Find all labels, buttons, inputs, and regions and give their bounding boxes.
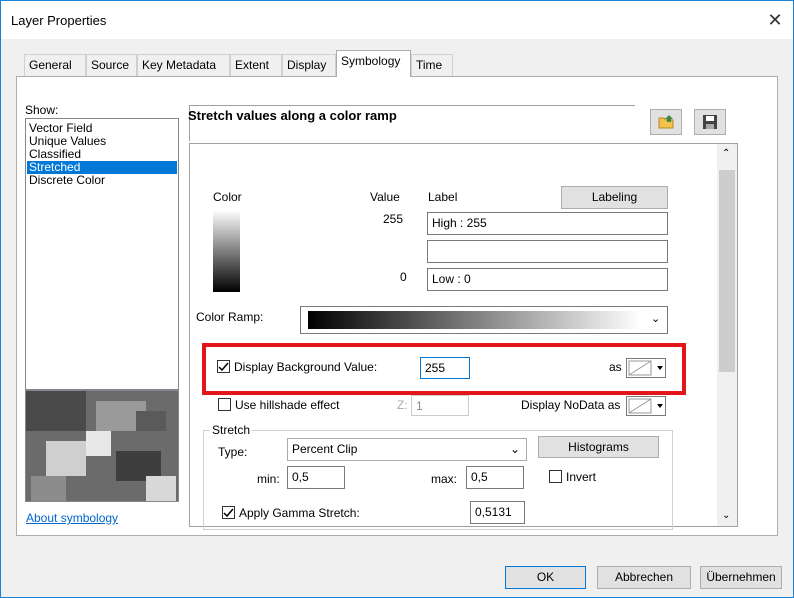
color-column-header: Color bbox=[213, 190, 242, 204]
ok-button[interactable]: OK bbox=[505, 566, 586, 589]
tab-display[interactable]: Display bbox=[282, 54, 336, 76]
renderer-list[interactable]: Vector Field Unique Values Classified St… bbox=[25, 118, 179, 390]
hillshade-label: Use hillshade effect bbox=[235, 398, 340, 412]
about-symbology-link[interactable]: About symbology bbox=[26, 511, 118, 525]
tab-key-metadata[interactable]: Key Metadata bbox=[137, 54, 230, 76]
type-label: Type: bbox=[218, 445, 248, 459]
gamma-stretch-label: Apply Gamma Stretch: bbox=[239, 506, 360, 520]
stretch-group-title: Stretch bbox=[210, 423, 253, 437]
scroll-up-icon[interactable]: ⌃ bbox=[722, 148, 730, 159]
invert-checkbox[interactable] bbox=[549, 470, 562, 483]
show-label: Show: bbox=[25, 103, 59, 117]
value-column-header: Value bbox=[370, 190, 400, 204]
tab-symbology[interactable]: Symbology bbox=[336, 50, 411, 77]
max-field[interactable]: 0,5 bbox=[466, 466, 524, 489]
highlight-box bbox=[202, 343, 686, 395]
tab-label: Extent bbox=[235, 58, 270, 72]
hillshade-checkbox[interactable] bbox=[218, 398, 231, 411]
list-item-discrete-color[interactable]: Discrete Color bbox=[27, 174, 177, 187]
tab-extent[interactable]: Extent bbox=[230, 54, 282, 76]
high-value: 255 bbox=[383, 212, 404, 226]
z-label: Z: bbox=[397, 398, 408, 412]
labeling-button[interactable]: Labeling bbox=[561, 186, 668, 209]
no-color-icon bbox=[628, 398, 663, 414]
checkmark-icon bbox=[223, 508, 234, 518]
tab-general[interactable]: General bbox=[24, 54, 86, 76]
cancel-button[interactable]: Abbrechen bbox=[597, 566, 691, 589]
color-ramp-gradient bbox=[308, 311, 641, 329]
open-folder-icon bbox=[658, 115, 674, 129]
label-column-header: Label bbox=[428, 190, 458, 204]
nodata-label: Display NoData as bbox=[521, 398, 621, 412]
tab-label: Source bbox=[91, 58, 130, 72]
close-icon[interactable]: ✕ bbox=[761, 7, 789, 33]
gamma-value-field[interactable]: 0,5131 bbox=[470, 501, 525, 524]
save-symbology-button[interactable] bbox=[694, 109, 726, 135]
high-label-field[interactable]: High : 255 bbox=[427, 212, 668, 235]
color-ramp-dropdown[interactable]: ⌄ bbox=[300, 306, 668, 334]
min-label: min: bbox=[257, 472, 280, 486]
color-ramp-label: Color Ramp: bbox=[196, 310, 264, 324]
tab-label: Key Metadata bbox=[142, 58, 217, 72]
apply-button[interactable]: Übernehmen bbox=[700, 566, 782, 589]
tab-label: General bbox=[29, 58, 72, 72]
tab-time[interactable]: Time bbox=[411, 54, 453, 76]
open-symbology-button[interactable] bbox=[650, 109, 682, 135]
low-value: 0 bbox=[400, 270, 407, 284]
tab-label: Display bbox=[287, 58, 327, 72]
tab-label: Time bbox=[416, 58, 443, 72]
title-bar: Layer Properties ✕ bbox=[1, 1, 793, 39]
invert-label: Invert bbox=[566, 470, 597, 484]
chevron-down-icon: ⌄ bbox=[510, 442, 521, 456]
scrollbar-thumb[interactable] bbox=[719, 170, 735, 372]
tab-source[interactable]: Source bbox=[86, 54, 137, 76]
save-icon bbox=[703, 115, 717, 129]
min-field[interactable]: 0,5 bbox=[287, 466, 345, 489]
middle-label-field[interactable] bbox=[427, 240, 668, 263]
low-label-field[interactable]: Low : 0 bbox=[427, 268, 668, 291]
window-title: Layer Properties bbox=[11, 13, 107, 28]
histograms-button[interactable]: Histograms bbox=[538, 436, 659, 458]
gamma-stretch-checkbox[interactable] bbox=[222, 506, 235, 519]
symbology-preview-image bbox=[25, 390, 179, 502]
z-factor-field[interactable]: 1 bbox=[411, 395, 469, 416]
nodata-color-picker[interactable] bbox=[626, 396, 666, 416]
chevron-down-icon: ⌄ bbox=[651, 313, 661, 325]
renderer-description: Stretch values along a color ramp bbox=[188, 108, 397, 123]
scroll-down-icon[interactable]: ⌄ bbox=[722, 510, 730, 521]
max-label: max: bbox=[431, 472, 458, 486]
stretch-type-dropdown[interactable]: Percent Clip ⌄ bbox=[287, 438, 527, 461]
stretch-type-value: Percent Clip bbox=[292, 442, 358, 456]
aerial-photo-preview bbox=[26, 391, 178, 501]
color-gradient-swatch bbox=[213, 210, 240, 292]
tab-label: Symbology bbox=[341, 54, 401, 68]
